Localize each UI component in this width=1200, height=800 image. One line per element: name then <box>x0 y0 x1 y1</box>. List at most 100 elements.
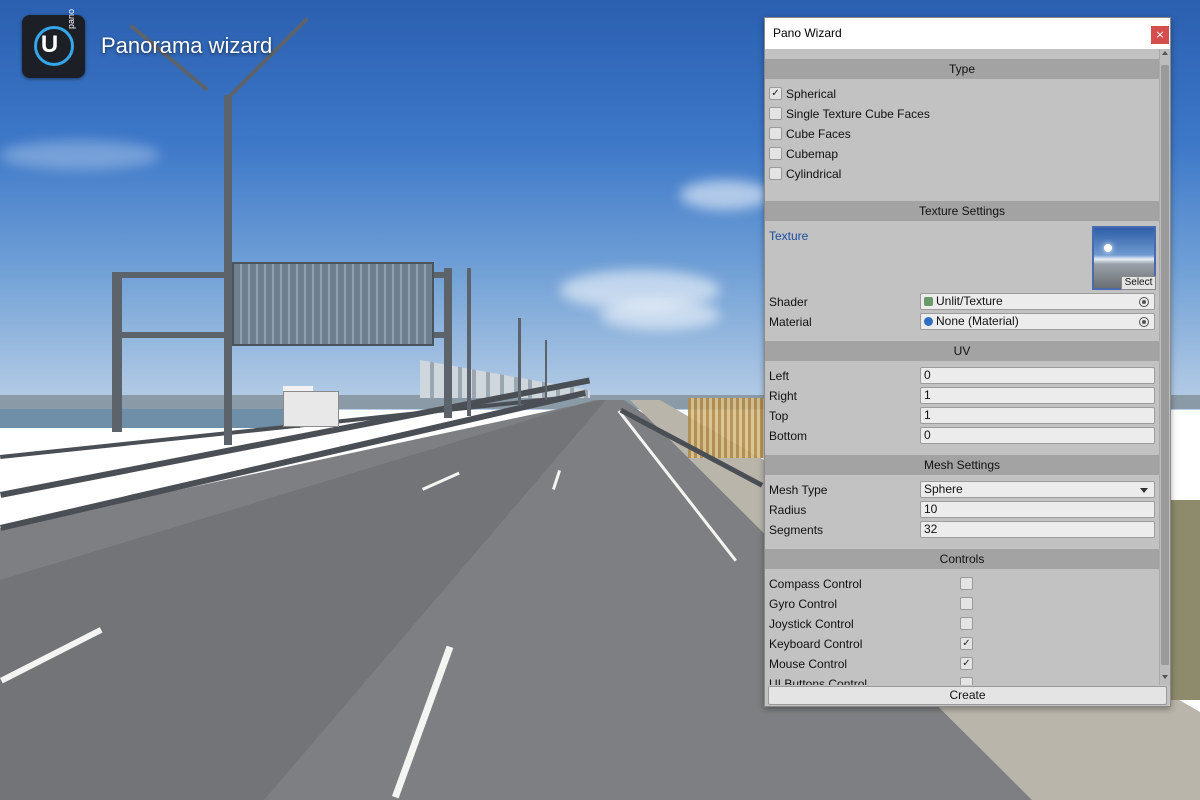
uv-bottom-input[interactable]: 0 <box>920 427 1155 444</box>
checkbox[interactable]: ✓ <box>769 87 782 100</box>
material-value: None (Material) <box>936 314 1019 328</box>
close-button[interactable]: × <box>1151 26 1169 44</box>
radius-input[interactable]: 10 <box>920 501 1155 518</box>
window-titlebar[interactable]: Pano Wizard × <box>765 18 1170 49</box>
control-label: Gyro Control <box>769 597 838 611</box>
shader-label: Shader <box>769 295 808 309</box>
type-option-label: Cylindrical <box>786 167 842 181</box>
truck <box>283 391 339 427</box>
wizard-content: Type ✓ Spherical Single Texture Cube Fac… <box>765 49 1159 685</box>
material-icon <box>924 317 933 326</box>
overhead-sign <box>232 262 434 346</box>
object-picker-icon[interactable] <box>1139 317 1149 327</box>
mesh-type-row: Mesh Type Sphere <box>765 480 1159 500</box>
cloud <box>0 140 160 170</box>
scroll-down-arrow-icon[interactable] <box>1162 675 1168 679</box>
radius-row: Radius 10 <box>765 500 1159 520</box>
pano-wizard-window: Pano Wizard × Type ✓ Spherical Single Te… <box>764 17 1171 707</box>
type-option-spherical[interactable]: ✓ Spherical <box>765 84 1159 104</box>
type-option-cube-faces[interactable]: Cube Faces <box>765 124 1159 144</box>
type-option-label: Spherical <box>786 87 837 101</box>
vertical-scrollbar[interactable] <box>1159 49 1170 685</box>
section-header-type: Type <box>765 59 1159 79</box>
app-logo: U pano <box>22 9 85 78</box>
checkbox[interactable] <box>769 167 782 180</box>
roadside <box>1170 500 1200 700</box>
uv-bottom-row: Bottom 0 <box>765 426 1159 446</box>
shader-value: Unlit/Texture <box>936 294 1003 308</box>
gantry-post <box>112 272 122 432</box>
control-mouse-row: Mouse Control ✓ <box>765 654 1159 674</box>
uv-top-label: Top <box>769 409 789 423</box>
control-label: Compass Control <box>769 577 862 591</box>
uv-right-label: Right <box>769 389 798 403</box>
uv-left-row: Left 0 <box>765 366 1159 386</box>
wizard-footer: Create <box>765 685 1170 706</box>
cloud <box>680 180 770 210</box>
control-label: Joystick Control <box>769 617 854 631</box>
logo-letter: U <box>40 31 59 58</box>
uv-top-input[interactable]: 1 <box>920 407 1155 424</box>
shader-field[interactable]: Unlit/Texture <box>920 293 1155 310</box>
shader-icon <box>924 297 933 306</box>
checkbox[interactable] <box>769 127 782 140</box>
scrollbar-thumb[interactable] <box>1161 65 1169 665</box>
type-option-label: Cube Faces <box>786 127 851 141</box>
checkbox[interactable] <box>769 147 782 160</box>
gyro-control-checkbox[interactable] <box>960 597 973 610</box>
radius-label: Radius <box>769 503 807 517</box>
texture-select-button[interactable]: Select <box>1121 276 1156 290</box>
control-ui-buttons-row: UI Buttons Control <box>765 674 1159 685</box>
section-header-texture-settings: Texture Settings <box>765 201 1159 221</box>
type-option-single-texture-cube-faces[interactable]: Single Texture Cube Faces <box>765 104 1159 124</box>
mesh-type-label: Mesh Type <box>769 483 828 497</box>
logo-subtext: pano <box>66 8 76 29</box>
gantry-post <box>444 268 452 418</box>
material-row: Material None (Material) <box>765 312 1159 332</box>
type-option-cylindrical[interactable]: Cylindrical <box>765 164 1159 184</box>
control-label: Keyboard Control <box>769 637 863 651</box>
window-title: Pano Wizard <box>773 26 842 40</box>
texture-label: Texture <box>769 229 809 243</box>
uv-left-input[interactable]: 0 <box>920 367 1155 384</box>
mesh-type-value: Sphere <box>924 482 963 496</box>
mesh-type-dropdown[interactable]: Sphere <box>920 481 1155 498</box>
joystick-control-checkbox[interactable] <box>960 617 973 630</box>
mouse-control-checkbox[interactable]: ✓ <box>960 657 973 670</box>
segments-label: Segments <box>769 523 824 537</box>
control-gyro-row: Gyro Control <box>765 594 1159 614</box>
texture-preview[interactable]: Select <box>1092 226 1156 290</box>
keyboard-control-checkbox[interactable]: ✓ <box>960 637 973 650</box>
control-label: UI Buttons Control <box>769 677 868 685</box>
uv-right-input[interactable]: 1 <box>920 387 1155 404</box>
control-compass-row: Compass Control <box>765 574 1159 594</box>
segments-row: Segments 32 <box>765 520 1159 540</box>
compass-control-checkbox[interactable] <box>960 577 973 590</box>
object-picker-icon[interactable] <box>1139 297 1149 307</box>
uv-right-row: Right 1 <box>765 386 1159 406</box>
uv-top-row: Top 1 <box>765 406 1159 426</box>
type-option-label: Single Texture Cube Faces <box>786 107 930 121</box>
checkbox[interactable] <box>769 107 782 120</box>
light-pole <box>545 340 547 400</box>
scroll-up-arrow-icon[interactable] <box>1162 51 1168 55</box>
app-title: Panorama wizard <box>101 33 273 58</box>
light-pole <box>224 95 232 445</box>
light-pole <box>518 318 521 406</box>
sun-icon <box>1104 244 1112 252</box>
cloud <box>600 300 720 330</box>
uv-left-label: Left <box>769 369 790 383</box>
type-option-label: Cubemap <box>786 147 839 161</box>
control-label: Mouse Control <box>769 657 848 671</box>
type-option-cubemap[interactable]: Cubemap <box>765 144 1159 164</box>
control-keyboard-row: Keyboard Control ✓ <box>765 634 1159 654</box>
segments-input[interactable]: 32 <box>920 521 1155 538</box>
control-joystick-row: Joystick Control <box>765 614 1159 634</box>
chevron-down-icon <box>1140 488 1148 493</box>
create-button[interactable]: Create <box>768 686 1167 705</box>
shader-row: Shader Unlit/Texture <box>765 292 1159 312</box>
uv-bottom-label: Bottom <box>769 429 808 443</box>
material-field[interactable]: None (Material) <box>920 313 1155 330</box>
ui-buttons-control-checkbox[interactable] <box>960 677 973 685</box>
section-header-uv: UV <box>765 341 1159 361</box>
